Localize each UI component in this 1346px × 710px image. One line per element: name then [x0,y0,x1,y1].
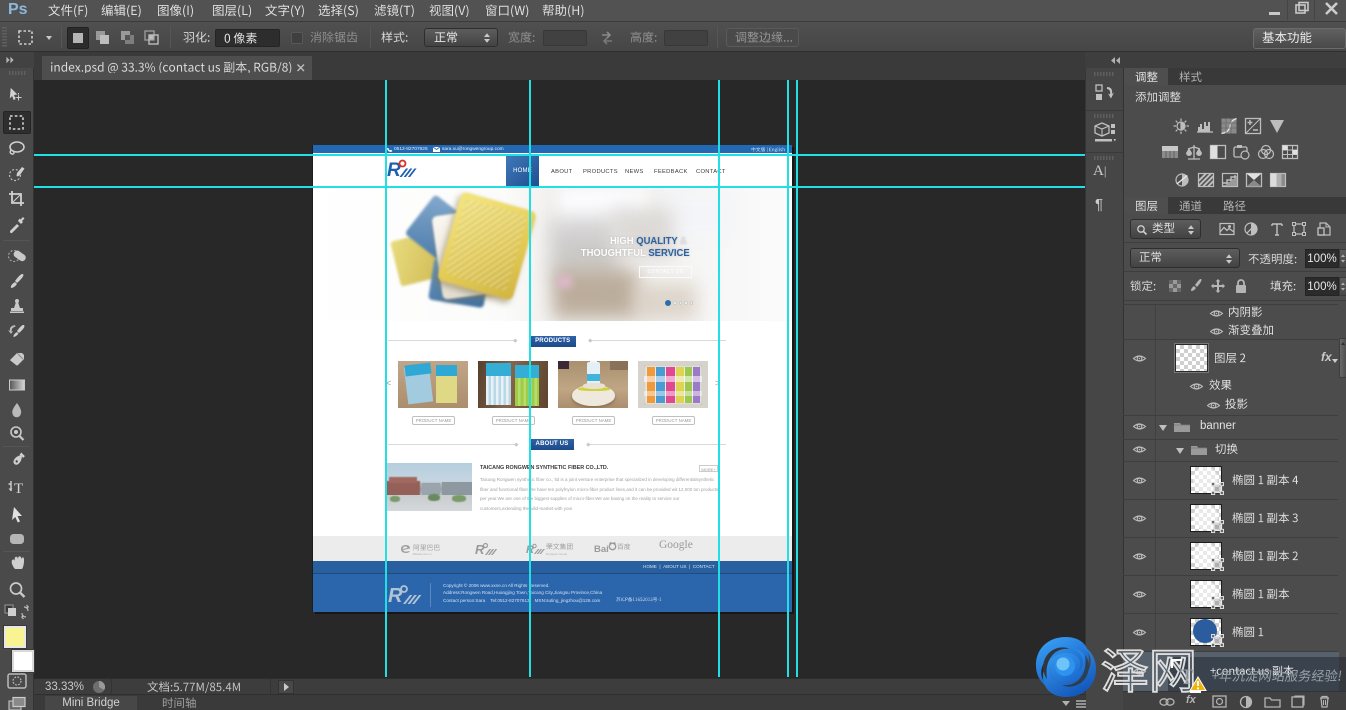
svg-text:Bai: Bai [594,544,609,555]
svg-text:T: T [14,481,23,497]
